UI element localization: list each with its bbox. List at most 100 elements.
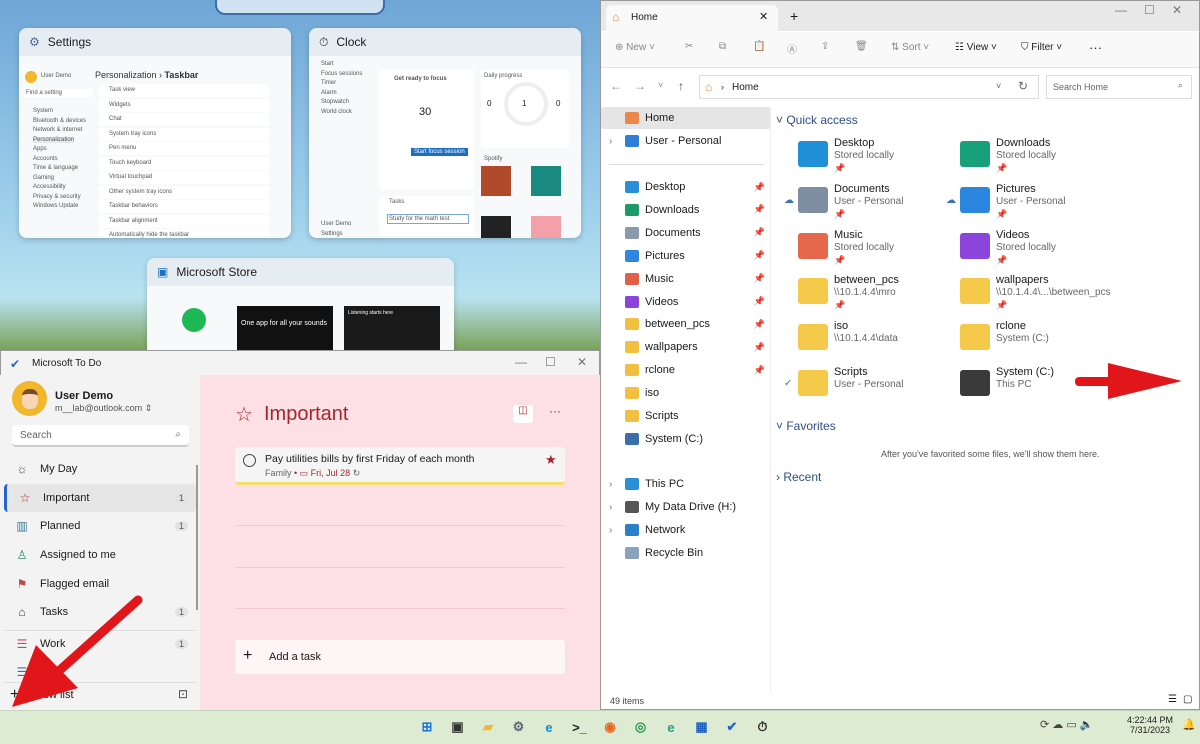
tab-home[interactable]: ⌂ Home ✕ xyxy=(606,5,778,32)
close-tab-icon[interactable]: ✕ xyxy=(759,10,768,23)
up-button[interactable]: ↑ xyxy=(678,79,684,93)
quick-access-item[interactable]: Downloads Stored locally 📌 xyxy=(960,137,1140,181)
copy-icon[interactable]: ⧉ xyxy=(719,41,726,52)
taskbar-terminal-icon[interactable]: >_ xyxy=(569,716,591,738)
taskbar-edge-icon[interactable]: e xyxy=(538,716,560,738)
quick-access-item[interactable]: iso \\10.1.4.4\data xyxy=(798,320,978,364)
refresh-icon[interactable]: ↻ xyxy=(1018,79,1028,93)
close-button[interactable]: ✕ xyxy=(1172,3,1182,17)
quick-access-item[interactable]: System (C:) This PC xyxy=(960,366,1140,410)
search-input[interactable]: Search ⌕ xyxy=(12,425,189,447)
account-switcher[interactable]: m__lab@outlook.com ⇕ xyxy=(55,403,152,414)
complete-checkbox[interactable] xyxy=(243,454,256,467)
task-view-store-window[interactable]: ▣ Microsoft Store One app for all your so… xyxy=(147,258,454,350)
cut-icon[interactable]: ✂ xyxy=(685,41,693,52)
store-promo-card[interactable]: One app for all your sounds xyxy=(237,306,333,350)
back-button[interactable]: ← xyxy=(610,79,622,93)
suggestions-button[interactable]: ◫ xyxy=(513,405,533,423)
share-icon[interactable]: ⇪ xyxy=(821,41,829,52)
clock[interactable]: 4:22:44 PM 7/31/2023 xyxy=(1125,715,1175,735)
nav-item-downloads[interactable]: Downloads 📌 xyxy=(601,199,771,221)
expand-chevron-icon[interactable]: › xyxy=(609,136,612,147)
close-button[interactable]: ✕ xyxy=(577,355,587,369)
taskbar-chrome-icon[interactable]: ◎ xyxy=(630,716,652,738)
maximize-button[interactable]: ☐ xyxy=(1144,3,1155,17)
taskbar-clock-icon[interactable]: ⏱ xyxy=(752,716,774,738)
rename-icon[interactable]: Ⓐ xyxy=(787,41,797,56)
nav-item-user-personal[interactable]: › User - Personal xyxy=(601,130,771,152)
nav-item-iso[interactable]: iso xyxy=(601,382,771,404)
nav-item-videos[interactable]: Videos 📌 xyxy=(601,291,771,313)
expand-chevron-icon[interactable]: › xyxy=(609,525,612,536)
quick-access-item[interactable]: Desktop Stored locally 📌 xyxy=(798,137,978,181)
quick-access-item[interactable]: rclone System (C:) xyxy=(960,320,1140,364)
nav-item-this-pc[interactable]: › This PC xyxy=(601,473,771,495)
nav-item-music[interactable]: Music 📌 xyxy=(601,268,771,290)
new-button[interactable]: ⊕ New ˅ xyxy=(615,42,655,53)
task-view-settings-window[interactable]: ⚙ Settings User Demo Find a setting System B… xyxy=(19,28,291,238)
nav-item-recycle-bin[interactable]: Recycle Bin xyxy=(601,542,771,564)
nav-item-scripts[interactable]: Scripts xyxy=(601,405,771,427)
nav-item-wallpapers[interactable]: wallpapers 📌 xyxy=(601,336,771,358)
quick-access-item[interactable]: between_pcs \\10.1.4.4\mro 📌 xyxy=(798,274,978,318)
nav-item-home[interactable]: Home xyxy=(601,107,771,129)
delete-icon[interactable]: 🗑 xyxy=(855,41,868,52)
nav-item-documents[interactable]: Documents 📌 xyxy=(601,222,771,244)
sidebar-item-flagged-email[interactable]: ⚑ Flagged email xyxy=(4,570,196,598)
sidebar-list[interactable]: ☰ Work 1 xyxy=(4,630,196,658)
forward-button[interactable]: → xyxy=(634,79,646,93)
virtual-desktop-bar[interactable] xyxy=(215,0,385,15)
store-promo-card[interactable]: Listening starts here xyxy=(344,306,440,350)
address-bar[interactable]: ⌂ › Home ˅ ↻ xyxy=(699,75,1039,99)
quick-access-item[interactable]: Videos Stored locally 📌 xyxy=(960,229,1140,273)
quick-access-item[interactable]: Scripts User - Personal ✓ xyxy=(784,366,978,410)
important-star-icon[interactable]: ★ xyxy=(545,452,557,468)
taskbar-todo-icon[interactable]: ✔ xyxy=(721,716,743,738)
recent-header[interactable]: › Recent xyxy=(776,470,821,484)
nav-item-between-pcs[interactable]: between_pcs 📌 xyxy=(601,313,771,335)
nav-item-my-data-drive-h-[interactable]: › My Data Drive (H:) xyxy=(601,496,771,518)
new-group-icon[interactable]: ⊡ xyxy=(178,687,188,701)
view-button[interactable]: ☷ View ˅ xyxy=(955,42,997,53)
sidebar-scrollbar[interactable] xyxy=(196,465,198,610)
system-tray[interactable]: ⟳ ☁ ▭ 🔈 xyxy=(1040,718,1093,731)
minimize-button[interactable]: — xyxy=(1115,3,1127,17)
expand-chevron-icon[interactable]: › xyxy=(609,502,612,513)
taskbar-edge-can-icon[interactable]: e xyxy=(660,716,682,738)
favorites-header[interactable]: ˅ Favorites xyxy=(776,419,836,433)
sidebar-item-important[interactable]: ☆ Important 1 xyxy=(4,484,196,512)
paste-icon[interactable]: 📋 xyxy=(753,41,765,52)
taskbar-task-view-icon[interactable]: ▣ xyxy=(447,716,469,738)
taskbar-settings-icon[interactable]: ⚙ xyxy=(508,716,530,738)
taskbar-file-explorer-icon[interactable]: ▰ xyxy=(477,716,499,738)
task-view-clock-window[interactable]: ⏱ Clock Start Focus sessions Timer Alarm Stop… xyxy=(309,28,581,238)
avatar[interactable] xyxy=(12,381,47,416)
notifications-icon[interactable]: 🔔 xyxy=(1182,718,1196,731)
quick-access-item[interactable]: Music Stored locally 📌 xyxy=(798,229,978,273)
quick-access-item[interactable]: wallpapers \\10.1.4.4\...\between_pcs 📌 xyxy=(960,274,1140,318)
sidebar-item-planned[interactable]: ▥ Planned 1 xyxy=(4,512,196,540)
details-view-button[interactable]: ☰ xyxy=(1168,694,1177,705)
quick-access-header[interactable]: ˅ Quick access xyxy=(776,113,858,127)
expand-chevron-icon[interactable]: › xyxy=(609,479,612,490)
new-tab-button[interactable]: + xyxy=(790,8,798,24)
search-input[interactable]: Search Home ⌕ xyxy=(1046,75,1192,99)
quick-access-item[interactable]: Pictures User - Personal 📌 ☁ xyxy=(946,183,1140,227)
sidebar-item-my-day[interactable]: ☼ My Day xyxy=(4,455,196,483)
sidebar-item-assigned-to-me[interactable]: ♙ Assigned to me xyxy=(4,541,196,569)
sort-button[interactable]: ⇅ Sort ˅ xyxy=(891,42,929,53)
more-options-button[interactable]: ··· xyxy=(549,404,561,418)
taskbar-start-icon[interactable]: ⊞ xyxy=(416,716,438,738)
minimize-button[interactable]: — xyxy=(515,355,527,369)
nav-item-desktop[interactable]: Desktop 📌 xyxy=(601,176,771,198)
tiles-view-button[interactable]: ▢ xyxy=(1183,694,1192,705)
filter-button[interactable]: ⛉ Filter ˅ xyxy=(1021,42,1062,53)
maximize-button[interactable]: ☐ xyxy=(545,355,556,369)
new-list-button[interactable]: New list xyxy=(35,689,74,701)
task-item[interactable]: Pay utilities bills by first Friday of e… xyxy=(235,447,565,485)
nav-item-system-c-[interactable]: System (C:) xyxy=(601,428,771,450)
nav-item-network[interactable]: › Network xyxy=(601,519,771,541)
taskbar-firefox-icon[interactable]: ◉ xyxy=(599,716,621,738)
chevron-down-icon[interactable]: ˅ xyxy=(996,81,1001,91)
recent-locations-button[interactable]: ˅ xyxy=(658,80,663,90)
